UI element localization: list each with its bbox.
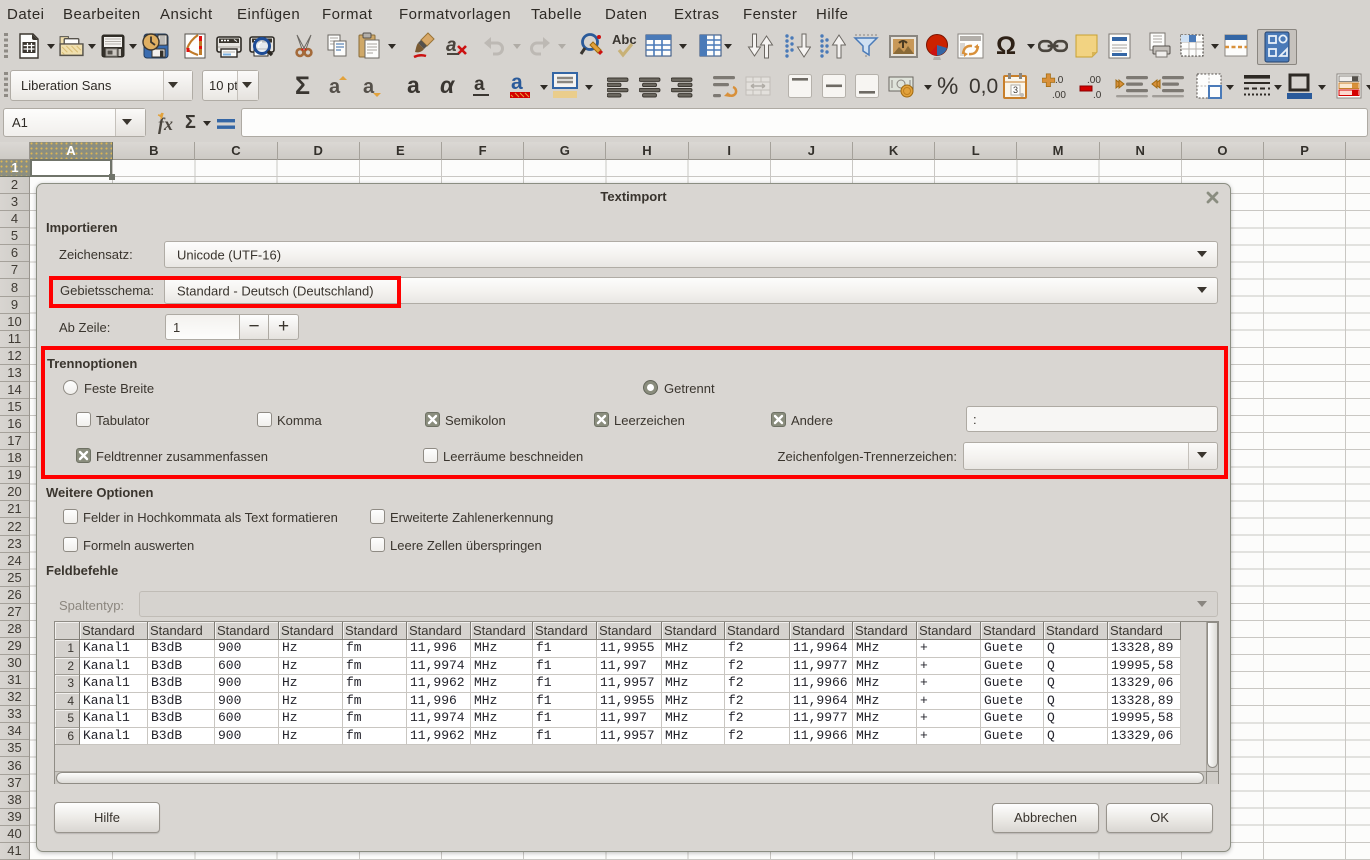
- svg-text:a: a: [446, 35, 457, 56]
- svg-text:.00: .00: [1052, 90, 1066, 100]
- svg-text:a: a: [329, 76, 341, 98]
- svg-text:3: 3: [1013, 85, 1018, 95]
- svg-text:.0: .0: [1055, 75, 1064, 86]
- svg-text:a: a: [511, 72, 523, 94]
- svg-text:.0: .0: [1093, 90, 1102, 100]
- svg-text:.00: .00: [1087, 75, 1101, 86]
- svg-text:a: a: [363, 76, 375, 98]
- svg-text:a: a: [474, 74, 485, 95]
